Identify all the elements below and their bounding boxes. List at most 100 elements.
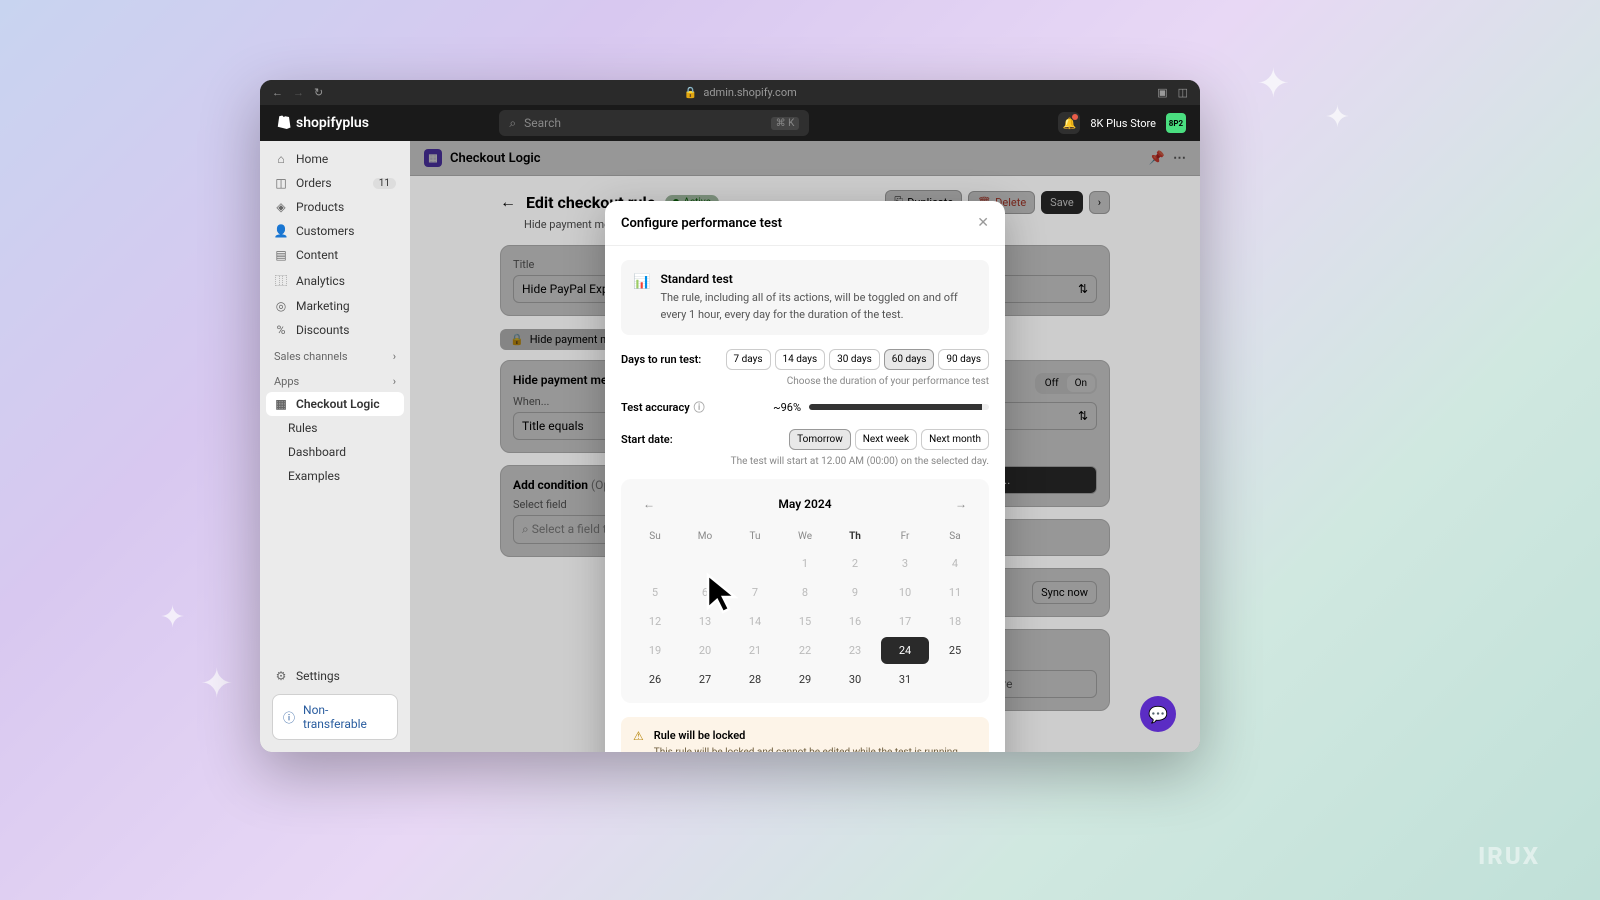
cal-day[interactable]: 20 xyxy=(681,637,729,664)
days-option[interactable]: 30 days xyxy=(829,349,880,370)
sidebar-sub-rules[interactable]: Rules xyxy=(266,416,404,440)
cal-next-icon[interactable]: → xyxy=(951,493,971,515)
accuracy-value: ~96% xyxy=(773,401,801,414)
cal-day[interactable]: 22 xyxy=(781,637,829,664)
chevron-right-icon: › xyxy=(393,350,396,363)
cal-day[interactable]: 24 xyxy=(881,637,929,664)
start-options: TomorrowNext weekNext month xyxy=(789,429,989,450)
cal-day[interactable]: 10 xyxy=(881,579,929,606)
nav-icon: ◫ xyxy=(274,176,288,190)
cal-day[interactable]: 26 xyxy=(631,666,679,693)
nav-icon: ◎ xyxy=(274,299,288,313)
cal-day[interactable]: 21 xyxy=(731,637,779,664)
cal-day[interactable]: 18 xyxy=(931,608,979,635)
apps-header[interactable]: Apps xyxy=(274,375,299,388)
cal-day[interactable]: 30 xyxy=(831,666,879,693)
sidebar-item-analytics[interactable]: ⿲Analytics xyxy=(266,267,404,294)
sidebar-item-home[interactable]: ⌂Home xyxy=(266,147,404,171)
cal-month: May 2024 xyxy=(778,497,831,511)
cal-day[interactable]: 27 xyxy=(681,666,729,693)
cal-day[interactable]: 15 xyxy=(781,608,829,635)
days-option[interactable]: 90 days xyxy=(938,349,989,370)
start-option[interactable]: Next month xyxy=(921,429,989,450)
sidebar-item-customers[interactable]: 👤Customers xyxy=(266,219,404,243)
cal-day[interactable]: 31 xyxy=(881,666,929,693)
cal-dow: Tu xyxy=(731,525,779,548)
cal-prev-icon[interactable]: ← xyxy=(639,493,659,515)
sales-channels-header[interactable]: Sales channels xyxy=(274,350,348,363)
nav-forward-icon[interactable]: → xyxy=(293,86,304,99)
standard-test-info: 📊 Standard test The rule, including all … xyxy=(621,260,989,335)
cal-dow: We xyxy=(781,525,829,548)
start-option[interactable]: Tomorrow xyxy=(789,429,851,450)
cal-day[interactable]: 14 xyxy=(731,608,779,635)
sidebar-item-products[interactable]: ◈Products xyxy=(266,195,404,219)
start-help: The test will start at 12.00 AM (00:00) … xyxy=(621,456,989,467)
accuracy-bar xyxy=(809,404,989,410)
sidebar-sub-dashboard[interactable]: Dashboard xyxy=(266,440,404,464)
start-option[interactable]: Next week xyxy=(855,429,917,450)
cal-day[interactable]: 1 xyxy=(781,550,829,577)
chat-fab[interactable]: 💬 xyxy=(1140,696,1176,732)
nav-icon: ⿲ xyxy=(274,272,288,289)
cal-day[interactable]: 28 xyxy=(731,666,779,693)
cal-day[interactable]: 4 xyxy=(931,550,979,577)
sidebar-item-orders[interactable]: ◫Orders11 xyxy=(266,171,404,195)
nav-icon: ⌂ xyxy=(274,152,288,166)
store-avatar[interactable]: 8P2 xyxy=(1166,113,1186,133)
cal-dow: Th xyxy=(831,525,879,548)
cal-day[interactable]: 2 xyxy=(831,550,879,577)
days-option[interactable]: 7 days xyxy=(726,349,771,370)
nav-back-icon[interactable]: ← xyxy=(272,86,283,99)
watermark: IRUX xyxy=(1478,842,1540,870)
cal-day[interactable]: 11 xyxy=(931,579,979,606)
nav-icon: 👤 xyxy=(274,224,288,238)
days-option[interactable]: 60 days xyxy=(884,349,935,370)
start-date-label: Start date: xyxy=(621,433,673,446)
chevron-right-icon: › xyxy=(393,375,396,388)
tabs-icon[interactable]: ◫ xyxy=(1178,86,1188,99)
search-icon: ⌕ xyxy=(509,116,516,131)
sidebar: ⌂Home◫Orders11◈Products👤Customers▤Conten… xyxy=(260,141,410,752)
sidebar-item-marketing[interactable]: ◎Marketing xyxy=(266,294,404,318)
cal-day xyxy=(631,550,679,577)
nav-icon: ◈ xyxy=(274,200,288,214)
cal-day[interactable]: 25 xyxy=(931,637,979,664)
cal-day[interactable]: 19 xyxy=(631,637,679,664)
cal-day[interactable]: 12 xyxy=(631,608,679,635)
cal-day[interactable]: 17 xyxy=(881,608,929,635)
cal-day[interactable]: 6 xyxy=(681,579,729,606)
shopify-logo[interactable]: shopifyplus xyxy=(274,114,369,132)
lock-icon: 🔒 xyxy=(684,86,698,99)
cal-dow: Mo xyxy=(681,525,729,548)
close-icon[interactable]: ✕ xyxy=(977,215,989,231)
store-name[interactable]: 8K Plus Store xyxy=(1090,117,1156,130)
nav-reload-icon[interactable]: ↻ xyxy=(314,86,323,99)
non-transferable-notice[interactable]: ⓘNon-transferable xyxy=(272,694,398,740)
cal-day[interactable]: 23 xyxy=(831,637,879,664)
cal-day xyxy=(681,550,729,577)
cal-day[interactable]: 9 xyxy=(831,579,879,606)
nav-icon: % xyxy=(274,323,288,337)
accuracy-label: Test accuracy ⓘ xyxy=(621,399,705,415)
cal-day[interactable]: 13 xyxy=(681,608,729,635)
cal-day[interactable]: 29 xyxy=(781,666,829,693)
count-badge: 11 xyxy=(373,178,396,189)
cal-day[interactable]: 16 xyxy=(831,608,879,635)
sidebar-settings[interactable]: ⚙Settings xyxy=(266,664,404,688)
reader-icon[interactable]: ▣ xyxy=(1157,86,1167,99)
global-search[interactable]: ⌕Search ⌘ K xyxy=(499,110,809,136)
cal-day[interactable]: 7 xyxy=(731,579,779,606)
notifications-button[interactable]: 🔔 xyxy=(1058,112,1080,134)
help-icon[interactable]: ⓘ xyxy=(694,399,705,415)
sidebar-item-discounts[interactable]: %Discounts xyxy=(266,318,404,342)
sidebar-app-checkout-logic[interactable]: ▦Checkout Logic xyxy=(266,392,404,416)
cal-dow: Su xyxy=(631,525,679,548)
cal-day[interactable]: 8 xyxy=(781,579,829,606)
gear-icon: ⚙ xyxy=(274,669,288,683)
days-option[interactable]: 14 days xyxy=(775,349,826,370)
cal-day[interactable]: 3 xyxy=(881,550,929,577)
cal-day[interactable]: 5 xyxy=(631,579,679,606)
sidebar-item-content[interactable]: ▤Content xyxy=(266,243,404,267)
sidebar-sub-examples[interactable]: Examples xyxy=(266,464,404,488)
